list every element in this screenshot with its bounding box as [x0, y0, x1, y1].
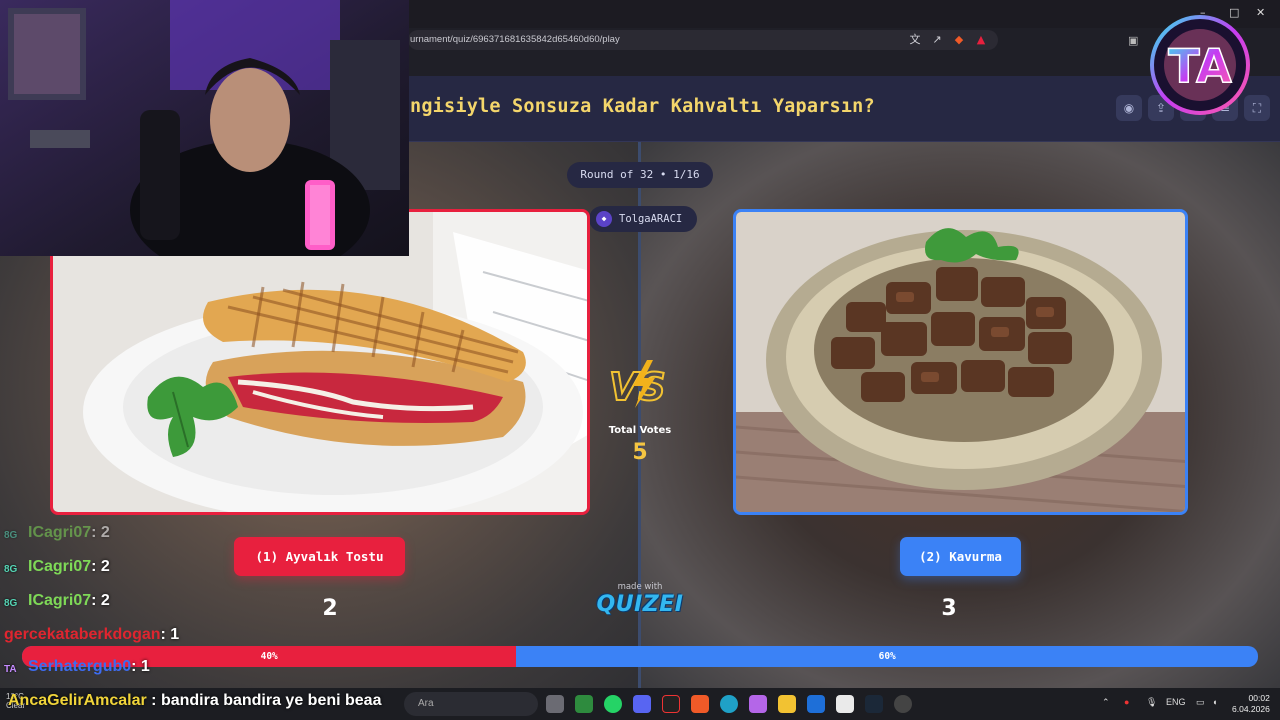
store-icon[interactable]: [836, 695, 854, 713]
share-icon[interactable]: ↗: [930, 33, 944, 47]
clock-date: 6.04.2026: [1232, 704, 1270, 714]
chat-username: ICagri07: [28, 592, 92, 609]
chat-username: ICagri07: [28, 558, 92, 575]
option-2-image: [736, 212, 1185, 512]
chat-message: TA Serhatergub0: 1: [4, 658, 150, 678]
chat-username: Serhatergub0: [28, 658, 132, 675]
microphone-icon[interactable]: 🎙: [1146, 697, 1157, 708]
chat-username: AncaGelirAmcalar: [8, 692, 147, 709]
avatar: ◆: [596, 211, 612, 227]
option-card-2[interactable]: [733, 209, 1188, 515]
eye-icon[interactable]: ◉: [1116, 95, 1142, 121]
brave-icon[interactable]: [691, 695, 709, 713]
chat-text: : 1: [131, 658, 150, 675]
whatsapp-icon[interactable]: [604, 695, 622, 713]
total-votes-count: 5: [632, 440, 648, 465]
chat-username: ICagri07: [28, 524, 92, 541]
tray-chevron-icon[interactable]: ⌃: [1102, 697, 1110, 708]
taskbar-search[interactable]: Ara: [404, 692, 538, 716]
translate-icon[interactable]: 文: [908, 33, 922, 47]
brave-shield-icon[interactable]: ◆: [952, 33, 966, 47]
edge-icon[interactable]: [720, 695, 738, 713]
creator-badge[interactable]: ◆ TolgaARACI: [589, 206, 697, 232]
vote-progress-bar: 40% 60%: [22, 646, 1258, 667]
rewards-icon[interactable]: ▲: [974, 33, 988, 47]
copilot-icon[interactable]: [749, 695, 767, 713]
system-clock[interactable]: 00:02 6.04.2026: [1232, 693, 1270, 715]
xbox-icon[interactable]: [575, 695, 593, 713]
volume-icon[interactable]: ◖: [1212, 697, 1217, 707]
tray-app-icon[interactable]: ●: [1124, 697, 1129, 707]
chat-message: 8G ICagri07: 2: [4, 558, 110, 578]
chat-message-latest: AncaGelirAmcalar : bandira bandira ye be…: [8, 692, 381, 710]
option-1-button[interactable]: (1) Ayvalık Tostu: [234, 537, 405, 576]
chat-badge-icon: 8G: [4, 530, 18, 541]
chat-text: : 2: [91, 524, 110, 541]
task-view-icon[interactable]: [546, 695, 564, 713]
discord-icon[interactable]: [633, 695, 651, 713]
creator-name: TolgaARACI: [619, 213, 683, 225]
option-2-votes: 3: [941, 596, 957, 621]
chat-username: gercekataberkdogan: [4, 626, 161, 643]
chat-badge-icon: 8G: [4, 598, 18, 609]
chat-badge-icon: TA: [4, 664, 17, 675]
capcut-icon[interactable]: [662, 695, 680, 713]
clock-time: 00:02: [1248, 693, 1270, 703]
made-with-label: made with: [617, 582, 663, 592]
option-1-votes: 2: [322, 596, 338, 621]
webcam-overlay: [0, 0, 409, 256]
svg-text:TA: TA: [1168, 39, 1232, 93]
chat-text: : 1: [160, 626, 180, 643]
chat-message: gercekataberkdogan: 1: [4, 626, 179, 644]
steam-icon[interactable]: [865, 695, 883, 713]
option-1-image: [53, 212, 587, 512]
screen: – □ ✕ urnament/quiz/696371681635842d6546…: [0, 0, 1280, 720]
network-icon[interactable]: ▭: [1196, 697, 1205, 708]
chat-badge-icon: 8G: [4, 564, 18, 575]
total-votes-label: Total Votes: [608, 425, 672, 436]
option-2-button[interactable]: (2) Kavurma: [900, 537, 1021, 576]
obs-icon[interactable]: [894, 695, 912, 713]
option-2-percent-bar: 60%: [878, 651, 896, 662]
language-indicator[interactable]: ENG: [1166, 697, 1186, 707]
file-explorer-icon[interactable]: [778, 695, 796, 713]
outlook-icon[interactable]: [807, 695, 825, 713]
address-bar-icons: 文 ↗ ◆ ▲: [908, 33, 988, 47]
chat-text: : 2: [91, 558, 110, 575]
chat-text: : 2: [91, 592, 110, 609]
chat-message: 8G ICagri07: 2: [4, 592, 110, 612]
chat-text: : bandira bandira ye beni beaa: [146, 692, 382, 709]
round-indicator: Round of 32 • 1/16: [567, 162, 713, 188]
channel-logo: TA: [1150, 15, 1250, 115]
quiz-title: ngisiyle Sonsuza Kadar Kahvaltı Yaparsın…: [410, 96, 875, 117]
versus-icon: VS: [608, 360, 667, 410]
quizei-logo[interactable]: QUIZEI: [596, 592, 684, 617]
chat-message: 8G ICagri07: 2: [4, 524, 110, 544]
